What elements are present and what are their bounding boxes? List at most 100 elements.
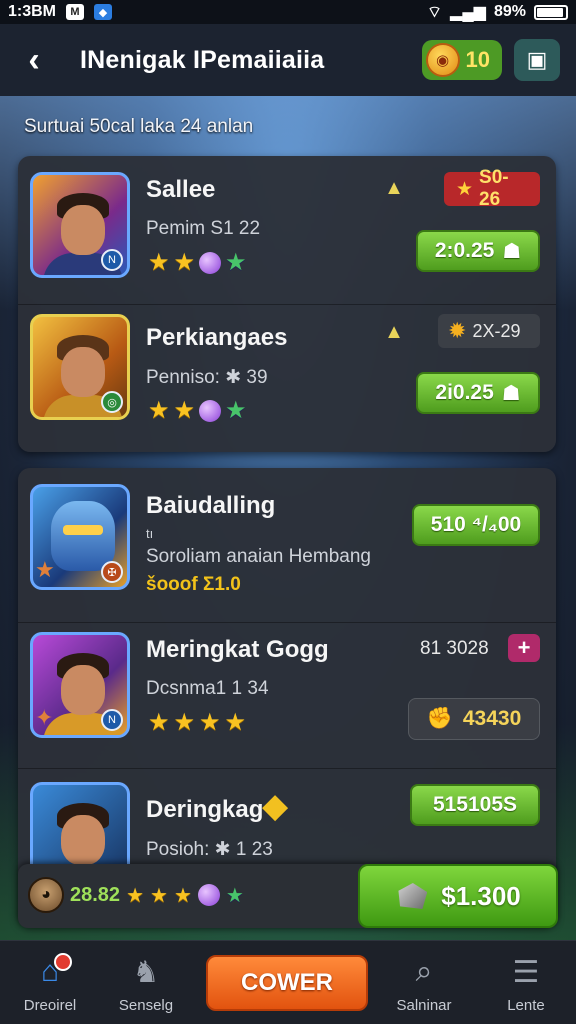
purchase-button[interactable]: 515105S	[410, 784, 540, 826]
item-detail: Penniso: ✱ 39	[146, 367, 268, 388]
chevron-left-icon: ‹	[28, 40, 40, 79]
rank-badge-icon: ◎	[101, 391, 123, 413]
battery-percent: 89%	[493, 3, 526, 20]
battery-icon	[534, 4, 568, 20]
cower-button[interactable]: COWER	[206, 955, 368, 1011]
green-star-icon: ★	[225, 249, 247, 276]
gold-star-badge-icon: ★	[35, 557, 55, 582]
purchase-button-label: 515105S	[432, 793, 518, 816]
bottom-nav: ⌂ Dreoirel ♞ Senselg COWER ⌕ Salninar ☰ …	[0, 940, 576, 1024]
hero-card-group-2: ✠ ★ Baiudalling tı Soroliam anaian Hemba…	[18, 468, 556, 926]
nav-label: Salninar	[396, 997, 452, 1014]
purchase-button[interactable]: 510 ⁴/₄00	[412, 504, 540, 546]
gold-badge-icon: ✹	[448, 318, 467, 343]
knight-helmet-icon	[51, 501, 115, 571]
list-item[interactable]: N Sallee Pemim S1 22 ★ ★ ★ ▲ ★ S0-26 2:0…	[18, 156, 556, 304]
nav-item-menu[interactable]: ☰ Lente	[476, 941, 576, 1024]
upgrade-button-label: 2:0.25	[434, 239, 495, 262]
star-icon: ★	[126, 884, 144, 907]
page-title: INenigak IPemaiiaiia	[80, 45, 325, 74]
star-icon: ★	[173, 709, 196, 736]
green-star-icon: ★	[225, 397, 247, 424]
buy-price: $1.300	[441, 880, 521, 911]
rating-stars: ★ ★ ★ ★	[148, 708, 246, 737]
notification-badge	[54, 953, 72, 971]
add-button[interactable]: +	[508, 634, 540, 662]
buy-button[interactable]: $1.300	[358, 864, 558, 928]
wifi-icon: ⌔	[426, 4, 443, 21]
rank-badge-icon: ✠	[101, 561, 123, 583]
price-tag-text: 2X-29	[472, 320, 521, 341]
plus-icon: +	[517, 635, 531, 660]
rating-stars: ★ ★ ★	[148, 396, 247, 425]
item-name: Sallee	[146, 176, 216, 203]
back-button[interactable]: ‹	[16, 40, 52, 79]
star-icon: ★	[456, 178, 474, 200]
item-name: Deringkag	[146, 796, 264, 823]
star-icon: ★	[173, 249, 196, 276]
rating-stars: ★ ★ ★	[148, 248, 247, 277]
star-icon: ★	[224, 709, 247, 736]
status-bar: 1:3BM M ◆ ⌔ ▂▄▆ 89%	[0, 0, 576, 24]
list-item[interactable]: ◎ Perkiangaes Penniso: ✱ 39 ★ ★ ★ ▲ ✹ 2X…	[18, 304, 556, 452]
coin-icon: ◉	[425, 43, 460, 77]
avatar: ✠ ★	[30, 484, 130, 590]
nav-item-heroes[interactable]: ♞ Senselg	[96, 941, 196, 1024]
nav-item-search[interactable]: ⌕ Salninar	[374, 941, 474, 1024]
shop-icon: ▣	[526, 47, 548, 72]
item-name: Perkiangaes	[146, 324, 288, 351]
upgrade-button-label: 2i0.25	[435, 381, 494, 404]
price-tag: ★ S0-26	[444, 167, 540, 210]
list-item[interactable]: Deringkag ◆ Posioh: ✱ 1 23 515105S	[18, 768, 556, 866]
star-icon: ★	[148, 249, 170, 276]
list-item[interactable]: ✠ ★ Baiudalling tı Soroliam anaian Hemba…	[18, 468, 556, 622]
hero-card-group-1: N Sallee Pemim S1 22 ★ ★ ★ ▲ ★ S0-26 2:0…	[18, 156, 556, 452]
signal-icon: ▂▄▆	[450, 4, 486, 21]
m-app-icon: M	[66, 4, 85, 20]
hero-silhouette-icon: ▲	[384, 176, 404, 199]
ore-icon	[398, 883, 428, 909]
buy-gold-button[interactable]: ✊ 43430	[408, 698, 540, 740]
item-detail: Posioh: ✱ 1 23	[146, 839, 273, 860]
shop-button[interactable]: ▣	[514, 39, 560, 81]
item-name: Meringkat Gogg	[146, 636, 329, 663]
gem-icon	[197, 884, 220, 906]
item-name: Baiudalling	[146, 492, 276, 519]
search-icon: ⌕	[415, 955, 433, 988]
avatar: ◎	[30, 314, 130, 420]
cower-button-label: COWER	[241, 969, 333, 996]
nav-label: Senselg	[118, 997, 174, 1014]
hero-silhouette-icon: ▲	[384, 320, 404, 343]
star-icon: ★	[199, 709, 221, 736]
star-icon: ★	[148, 709, 170, 736]
upgrade-button[interactable]: 2i0.25 ☗	[416, 372, 540, 414]
nav-label: Dreoirel	[23, 997, 77, 1014]
star-icon: ★	[150, 884, 168, 907]
item-detail: Pemim S1 22	[146, 218, 261, 239]
item-note: tı	[146, 526, 154, 541]
section-subtitle: Surtuai 50cal laka 24 anlan	[24, 116, 254, 137]
top-header: ‹ INenigak IPemaiiaiia ◉ 10 ▣	[0, 24, 576, 96]
nav-item-home[interactable]: ⌂ Dreoirel	[0, 941, 100, 1024]
user-icon: ☗	[501, 381, 521, 405]
gem-icon	[199, 251, 222, 274]
item-price-text: 81 3028	[420, 638, 489, 659]
avatar	[30, 782, 130, 866]
item-extra: šooof Σ1.0	[146, 574, 241, 595]
coin-balance[interactable]: ◉ 10	[421, 40, 502, 80]
purchase-bar: ◕ 28.82 ★ ★ ★ ★ $1.300	[18, 864, 558, 928]
bar-value: 28.82	[70, 883, 121, 906]
star-icon: ★	[173, 884, 192, 907]
upgrade-button[interactable]: 2:0.25 ☗	[416, 230, 540, 272]
user-icon: ☗	[502, 239, 522, 263]
price-tag-text: S0-26	[479, 167, 509, 210]
gold-fist-icon: ✊	[426, 707, 453, 730]
avatar: N ✦	[30, 632, 130, 738]
purchase-button-label: 510 ⁴/₄00	[430, 513, 522, 536]
list-item[interactable]: N ✦ Meringkat Gogg Dcsnma1 1 34 ★ ★ ★ ★ …	[18, 622, 556, 768]
avatar: N	[30, 172, 130, 278]
item-detail: Soroliam anaian Hembang	[146, 546, 371, 567]
buy-gold-button-label: 43430	[462, 707, 522, 730]
item-detail: Dcsnma1 1 34	[146, 678, 269, 699]
coin-count: 10	[465, 47, 490, 72]
